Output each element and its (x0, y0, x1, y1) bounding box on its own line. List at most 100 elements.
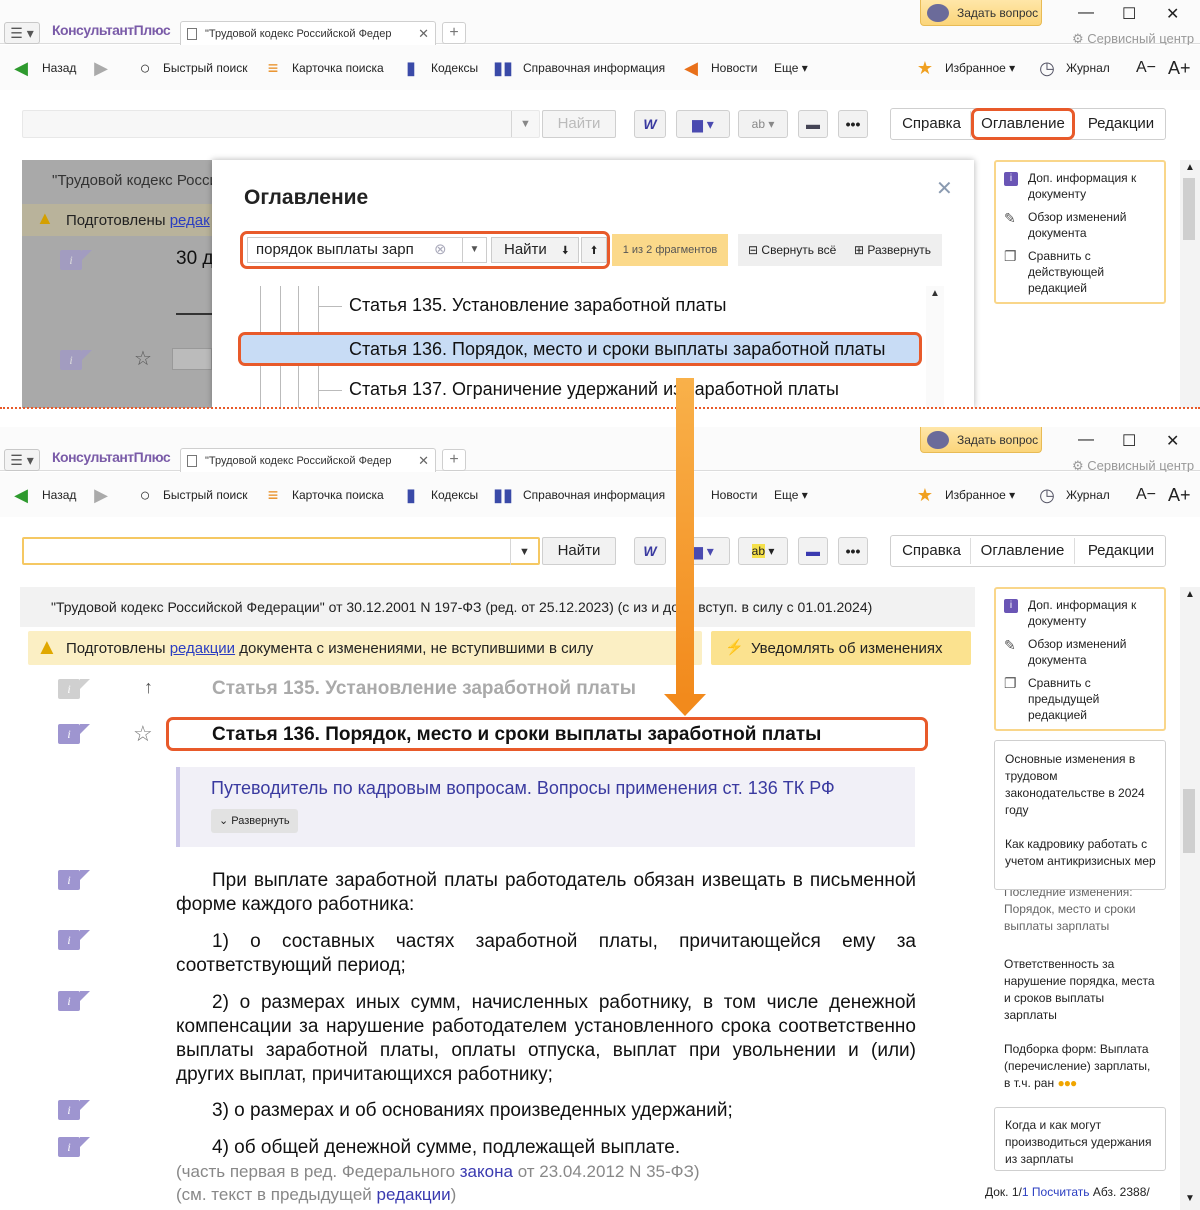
more-actions-button[interactable]: ••• (838, 110, 868, 138)
main-menu-button[interactable]: ☰ ▾ (4, 449, 40, 471)
spellcheck-button[interactable]: ab ▾ (738, 110, 788, 138)
question-card[interactable]: Когда и как могут производиться удержани… (994, 1107, 1166, 1171)
star-icon[interactable]: ☆ (133, 721, 153, 747)
journal-button[interactable]: Журнал (1066, 58, 1110, 78)
search-card-button[interactable]: Карточка поиска (292, 58, 384, 78)
reference-button[interactable]: Справочная информация (523, 58, 665, 78)
guide-link[interactable]: Путеводитель по кадровым вопросам. Вопро… (211, 778, 835, 799)
close-icon[interactable]: ✕ (936, 176, 953, 201)
info-icon[interactable]: i (60, 250, 92, 270)
close-window-button[interactable]: ✕ (1166, 431, 1179, 451)
count-link[interactable]: Посчитать (1032, 1185, 1090, 1199)
search-input[interactable]: ▼ (22, 537, 540, 565)
chevron-down-icon[interactable]: ▼ (511, 111, 539, 137)
find-button[interactable]: Найти (542, 110, 616, 138)
chevron-up-icon[interactable]: ▲ (1185, 589, 1195, 600)
tab-toc[interactable]: Оглавление (971, 538, 1075, 564)
info-icon[interactable]: i (58, 1137, 90, 1157)
changes-review-link[interactable]: Обзор изменений документа (1004, 209, 1154, 241)
tab-toc[interactable]: Оглавление (971, 108, 1075, 140)
back-button[interactable]: Назад (42, 485, 76, 505)
collapse-all-button[interactable]: ⊟ Свернуть всё (748, 243, 836, 257)
print-button[interactable]: ▆ ▾ (676, 110, 730, 138)
find-button[interactable]: Найти (542, 537, 616, 565)
ask-question-button[interactable]: Задать вопрос (920, 427, 1042, 453)
scroll-thumb[interactable] (1183, 789, 1195, 853)
font-smaller-button[interactable]: A− (1136, 58, 1156, 78)
comment-button[interactable]: ▬ (798, 110, 828, 138)
toc-item-selected[interactable]: Статья 136. Порядок, место и сроки выпла… (238, 332, 922, 366)
main-menu-button[interactable]: ☰ ▾ (4, 22, 40, 44)
comment-button[interactable]: ▬ (798, 537, 828, 565)
close-tab-icon[interactable]: ✕ (418, 449, 429, 472)
compare-link[interactable]: Сравнить с предыдущей редакцией (1004, 675, 1154, 723)
forward-arrow-icon[interactable]: ▶ (90, 484, 112, 506)
news-button[interactable]: Новости (711, 58, 757, 78)
quick-search-button[interactable]: Быстрый поиск (163, 485, 247, 505)
info-icon[interactable]: i (58, 724, 90, 744)
minimize-button[interactable]: — (1078, 431, 1094, 449)
law-link[interactable]: закона (460, 1162, 513, 1181)
doc-info-link[interactable]: Доп. информация к документу (1004, 170, 1154, 202)
close-window-button[interactable]: ✕ (1166, 4, 1179, 24)
toc-scrollbar[interactable]: ▲ (926, 286, 944, 408)
more-menu[interactable]: Еще ▾ (774, 485, 808, 505)
codes-button[interactable]: Кодексы (431, 485, 478, 505)
forward-arrow-icon[interactable]: ▶ (90, 57, 112, 79)
scroll-thumb[interactable] (1183, 178, 1195, 240)
tab-help[interactable]: Справка (893, 111, 971, 137)
new-tab-button[interactable]: + (442, 22, 466, 44)
ask-question-button[interactable]: Задать вопрос (920, 0, 1042, 26)
related-link[interactable]: Ответственность за нарушение порядка, ме… (1004, 956, 1156, 1024)
star-icon[interactable]: ☆ (134, 346, 152, 371)
journal-button[interactable]: Журнал (1066, 485, 1110, 505)
word-export-button[interactable]: W (634, 110, 666, 138)
toc-find-next-button[interactable]: Найти 🠫 (491, 237, 579, 263)
info-icon[interactable]: i (60, 350, 92, 370)
spellcheck-button[interactable]: ab ▾ (738, 537, 788, 565)
chevron-up-icon[interactable]: ▲ (1185, 162, 1195, 173)
tab-editions[interactable]: Редакции (1077, 111, 1165, 137)
document-tab[interactable]: "Трудовой кодекс Российской Федер ✕ (180, 448, 436, 472)
minimize-button[interactable]: — (1078, 4, 1094, 22)
info-icon[interactable]: i (58, 870, 90, 890)
tab-editions[interactable]: Редакции (1077, 538, 1165, 564)
chevron-down-icon[interactable]: ▼ (462, 238, 486, 262)
maximize-button[interactable]: ☐ (1122, 4, 1136, 24)
changes-review-link[interactable]: Обзор изменений документа (1004, 636, 1154, 668)
doc-count-link[interactable]: 1 (1022, 1185, 1029, 1199)
notify-changes-button[interactable]: ⚡ Уведомлять об изменениях (711, 631, 971, 665)
quick-search-button[interactable]: Быстрый поиск (163, 58, 247, 78)
info-icon[interactable]: i (58, 679, 90, 699)
toc-search-input[interactable]: порядок выплаты зарп ⊗ ▼ (247, 237, 487, 263)
tab-help[interactable]: Справка (893, 538, 971, 564)
font-larger-button[interactable]: A+ (1168, 58, 1191, 78)
info-icon[interactable]: i (58, 930, 90, 950)
toc-find-prev-button[interactable]: 🠩 (581, 237, 607, 263)
maximize-button[interactable]: ☐ (1122, 431, 1136, 451)
toc-item[interactable]: Статья 137. Ограничение удержаний из зар… (349, 379, 839, 400)
article-135-heading[interactable]: Статья 135. Установление заработной плат… (212, 678, 636, 700)
guide-expand-button[interactable]: ⌄ Развернуть (211, 809, 298, 833)
related-link[interactable]: Последние изменения: Порядок, место и ср… (1004, 890, 1156, 935)
article-136-heading[interactable]: Статья 136. Порядок, место и сроки выпла… (212, 724, 821, 746)
chevron-down-icon[interactable]: ▼ (1185, 1193, 1195, 1204)
compare-link[interactable]: Сравнить с действующей редакцией (1004, 248, 1154, 296)
codes-button[interactable]: Кодексы (431, 58, 478, 78)
new-tab-button[interactable]: + (442, 449, 466, 471)
info-icon[interactable]: i (58, 1100, 90, 1120)
document-tab[interactable]: "Трудовой кодекс Российской Федер ✕ (180, 21, 436, 45)
related-link[interactable]: Основные изменения в трудовом законодате… (1005, 751, 1157, 819)
info-icon[interactable]: i (58, 991, 90, 1011)
expand-button[interactable]: ⊞ Развернуть (854, 243, 931, 257)
word-export-button[interactable]: W (634, 537, 666, 565)
chevron-up-icon[interactable]: ▲ (930, 288, 940, 299)
right-scrollbar[interactable]: ▲ ▼ (1180, 587, 1200, 1210)
editions-link[interactable]: редакции (170, 640, 235, 657)
toc-item[interactable]: Статья 135. Установление заработной плат… (349, 295, 726, 316)
doc-info-link[interactable]: Доп. информация к документу (1004, 597, 1154, 629)
more-menu[interactable]: Еще ▾ (774, 58, 808, 78)
font-larger-button[interactable]: A+ (1168, 485, 1191, 505)
more-actions-button[interactable]: ••• (838, 537, 868, 565)
back-arrow-icon[interactable]: ◀ (10, 484, 32, 506)
